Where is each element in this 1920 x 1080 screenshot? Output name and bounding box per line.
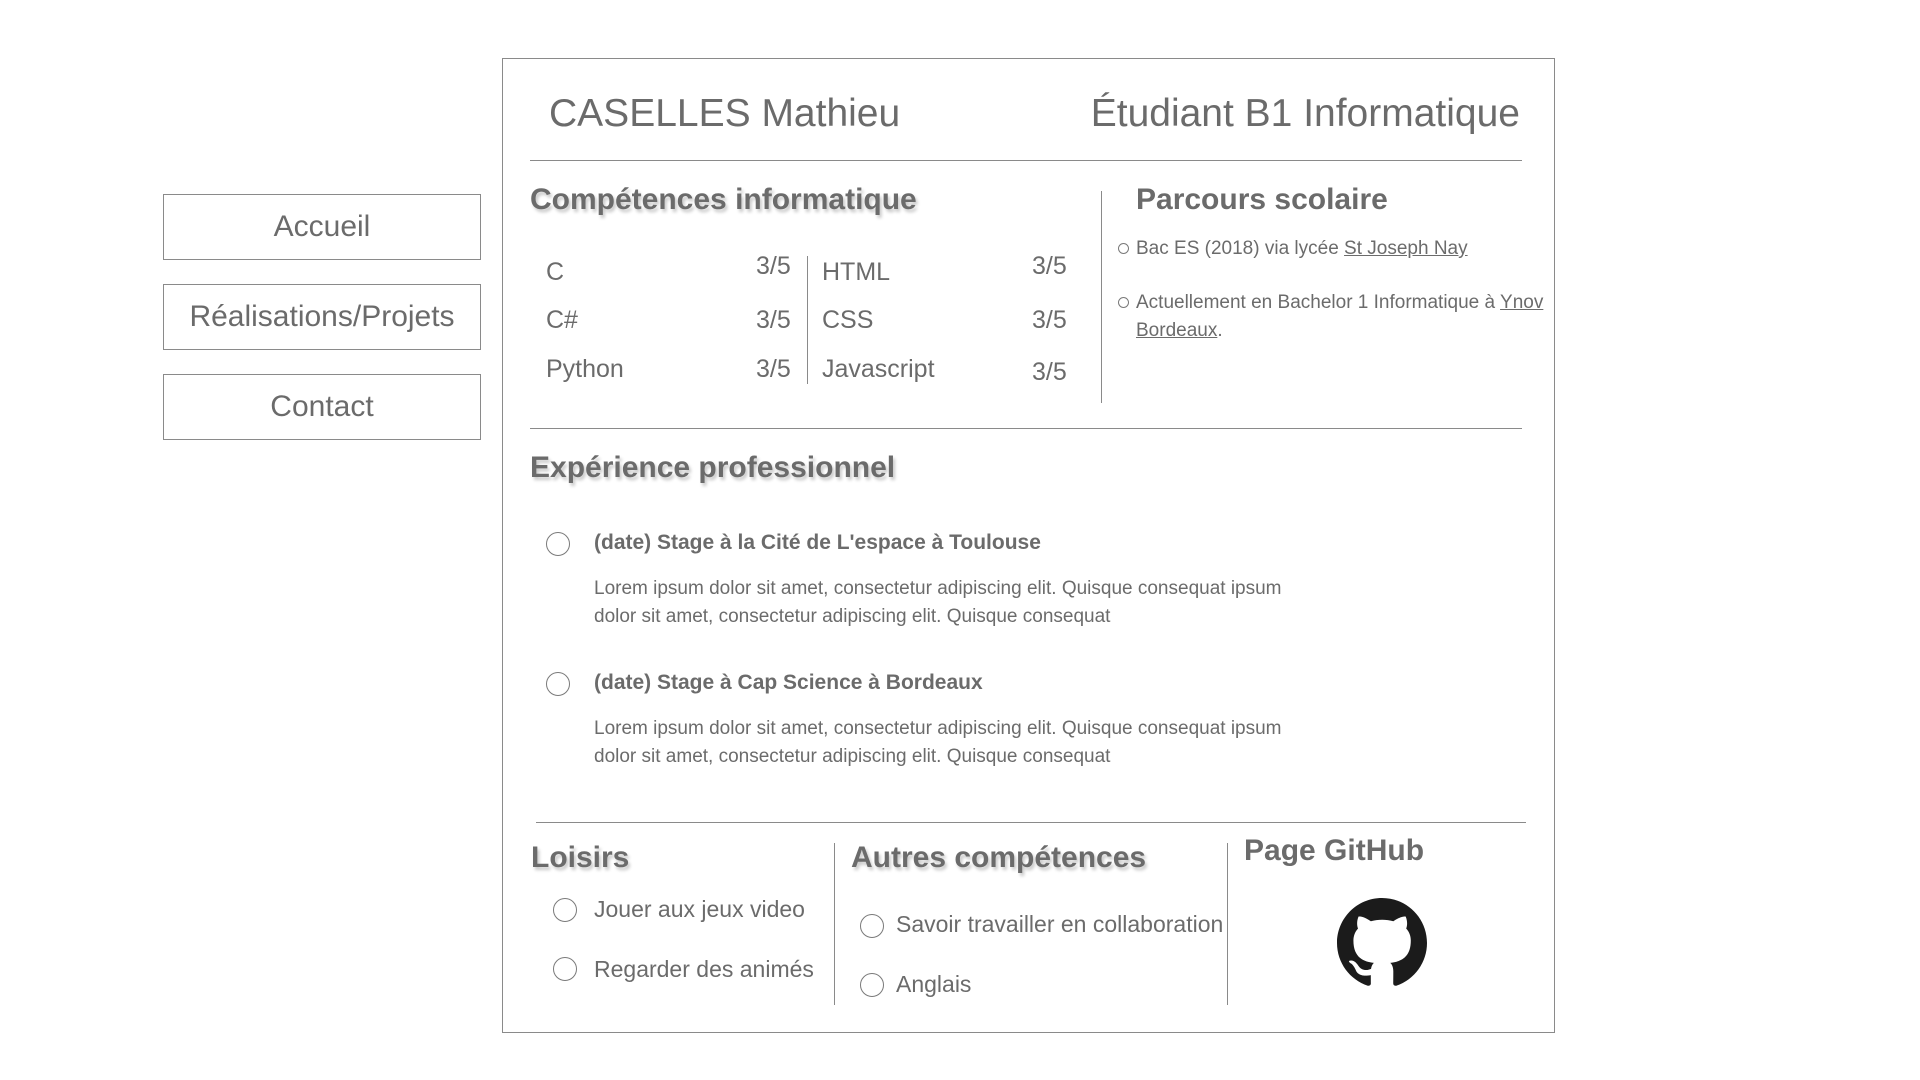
hobby-item: Jouer aux jeux video	[594, 896, 805, 922]
hobbies-divider	[834, 843, 835, 1005]
person-role: Étudiant B1 Informatique	[1090, 92, 1520, 135]
nav-contact-button[interactable]: Contact	[163, 374, 481, 440]
skill-score: 3/5	[756, 355, 791, 383]
skill-name: HTML	[822, 258, 891, 286]
github-icon[interactable]	[1337, 898, 1427, 988]
school-item-text: Bac ES (2018) via lycée	[1136, 238, 1345, 259]
experience-item-title: (date) Stage à la Cité de L'espace à Tou…	[594, 531, 1041, 554]
github-title: Page GitHub	[1244, 834, 1425, 867]
other-skill-item: Savoir travailler en collaboration	[896, 911, 1224, 937]
school-bullet-icon	[1118, 297, 1129, 308]
experience-item-desc: Lorem ipsum dolor sit amet, consectetur …	[594, 578, 1282, 627]
school-item-text: Actuellement en Bachelor 1 Informatique …	[1136, 292, 1501, 313]
skill-name: C	[546, 258, 565, 286]
other-skill-item: Anglais	[896, 971, 972, 997]
skill-name: C#	[546, 306, 578, 334]
nav-contact-label: Contact	[270, 390, 374, 423]
skill-score: 3/5	[1032, 252, 1067, 280]
skill-name: Javascript	[822, 355, 935, 383]
skill-name: CSS	[822, 306, 874, 334]
school-title: Parcours scolaire	[1136, 183, 1388, 216]
nav-realisations-button[interactable]: Réalisations/Projets	[163, 284, 481, 350]
header-divider	[530, 160, 1522, 161]
skills-column-divider	[807, 256, 808, 384]
skill-score: 3/5	[1032, 358, 1067, 386]
skills-divider	[530, 428, 1522, 429]
other-skills-title: Autres compétences	[851, 841, 1147, 874]
school-item: Actuellement en Bachelor 1 Informatique …	[1136, 289, 1546, 345]
other-skills-divider	[1227, 843, 1228, 1005]
nav-realisations-label: Réalisations/Projets	[189, 300, 455, 333]
experience-bullet-icon	[546, 672, 570, 696]
experience-item-title: (date) Stage à Cap Science à Bordeaux	[594, 671, 983, 694]
skill-score: 3/5	[756, 306, 791, 334]
person-name: CASELLES Mathieu	[549, 92, 901, 135]
hobby-item: Regarder des animés	[594, 956, 814, 982]
school-item: Bac ES (2018) via lycée St Joseph Nay	[1136, 235, 1546, 263]
school-link[interactable]: St Joseph Nay	[1344, 238, 1468, 259]
hobby-bullet-icon	[553, 898, 577, 922]
experience-item-desc: Lorem ipsum dolor sit amet, consectetur …	[594, 718, 1282, 767]
other-skill-bullet-icon	[860, 914, 884, 938]
skill-name: Python	[546, 355, 624, 383]
skills-school-divider	[1101, 191, 1102, 403]
skills-title: Compétences informatique	[530, 183, 917, 216]
experience-divider	[536, 822, 1526, 823]
nav-accueil-button[interactable]: Accueil	[163, 194, 481, 260]
school-item-suffix: .	[1217, 320, 1223, 341]
experience-title: Expérience professionnel	[530, 451, 896, 484]
skill-score: 3/5	[1032, 306, 1067, 334]
hobbies-title: Loisirs	[531, 841, 630, 874]
school-bullet-icon	[1118, 243, 1129, 254]
other-skill-bullet-icon	[860, 973, 884, 997]
nav-accueil-label: Accueil	[273, 210, 371, 243]
hobby-bullet-icon	[553, 957, 577, 981]
experience-bullet-icon	[546, 532, 570, 556]
skill-score: 3/5	[756, 252, 791, 280]
